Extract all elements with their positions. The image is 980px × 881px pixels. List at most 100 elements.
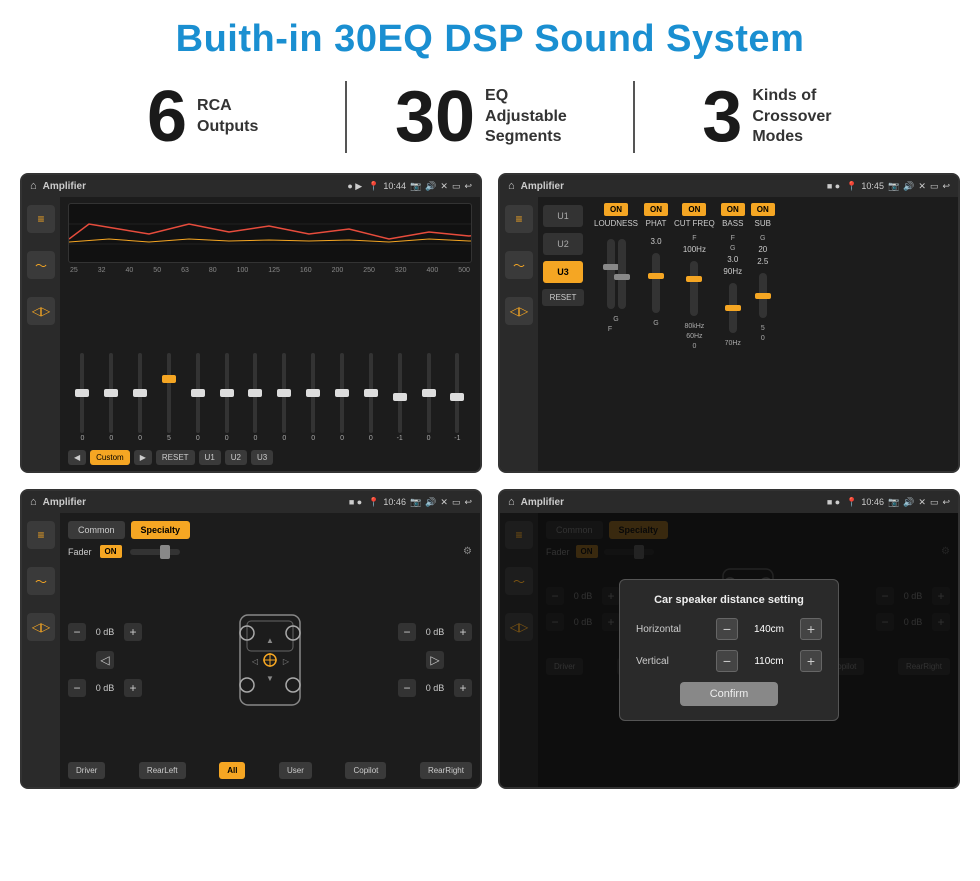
reset-btn-1[interactable]: RESET: [156, 450, 195, 465]
eq-slider-7[interactable]: 0: [277, 353, 291, 442]
all-btn[interactable]: All: [219, 762, 245, 779]
eq-graph-svg: [69, 204, 471, 262]
window-icon-4: ▭: [930, 497, 939, 508]
eq-slider-13[interactable]: -1: [450, 353, 464, 442]
driver-btn[interactable]: Driver: [68, 762, 105, 779]
horizontal-label: Horizontal: [636, 624, 696, 635]
stat-crossover-number: 3: [702, 81, 742, 153]
common-tab[interactable]: Common: [68, 521, 125, 539]
window-icon-2: ▭: [930, 181, 939, 192]
fader-slider[interactable]: [130, 549, 180, 555]
user-btn-3[interactable]: User: [279, 762, 312, 779]
eq-slider-3[interactable]: 5: [162, 353, 176, 442]
home-icon-1[interactable]: ⌂: [30, 180, 37, 192]
dsp-controls: ON LOUDNESS G F ON PHAT 3.0 G: [588, 197, 958, 471]
top-left-plus[interactable]: +: [124, 623, 142, 641]
bass-on-btn[interactable]: ON: [721, 203, 745, 216]
specialty-tab[interactable]: Specialty: [131, 521, 191, 539]
balance-icon-3[interactable]: ◁▷: [27, 613, 55, 641]
u3-btn-1[interactable]: U3: [251, 450, 273, 465]
eq-slider-0[interactable]: 0: [75, 353, 89, 442]
eq-mode-icon-2[interactable]: ≡: [505, 205, 533, 233]
confirm-button[interactable]: Confirm: [680, 682, 779, 706]
left-btn[interactable]: ◁: [96, 651, 114, 669]
eq-slider-9[interactable]: 0: [335, 353, 349, 442]
u2-btn-1[interactable]: U2: [225, 450, 247, 465]
svg-text:▲: ▲: [266, 636, 274, 645]
eq-slider-8[interactable]: 0: [306, 353, 320, 442]
u3-select-btn[interactable]: U3: [543, 261, 583, 283]
phat-on-btn[interactable]: ON: [644, 203, 668, 216]
vertical-minus-btn[interactable]: −: [716, 650, 738, 672]
camera-icon-3: 📷: [410, 497, 421, 508]
horizontal-minus-btn[interactable]: −: [716, 618, 738, 640]
eq-slider-6[interactable]: 0: [248, 353, 262, 442]
eq-slider-11[interactable]: -1: [393, 353, 407, 442]
prev-preset-btn[interactable]: ◀: [68, 450, 86, 465]
fader-area: Common Specialty Fader ON ⚙ −: [60, 513, 480, 787]
screen3-content: ≡ 〜 ◁▷ Common Specialty Fader ON ⚙: [22, 513, 480, 787]
eq-mode-icon-3[interactable]: ≡: [27, 521, 55, 549]
eq-slider-5[interactable]: 0: [220, 353, 234, 442]
cutfreq-label: CUT FREQ: [674, 219, 715, 228]
bottom-left-plus[interactable]: +: [124, 679, 142, 697]
bottom-left-minus[interactable]: −: [68, 679, 86, 697]
bottom-right-plus[interactable]: +: [454, 679, 472, 697]
eq-slider-12[interactable]: 0: [422, 353, 436, 442]
u1-btn-1[interactable]: U1: [199, 450, 221, 465]
wave-icon[interactable]: 〜: [27, 251, 55, 279]
eq-slider-1[interactable]: 0: [104, 353, 118, 442]
settings-icon[interactable]: ⚙: [463, 546, 472, 557]
loudness-on-btn[interactable]: ON: [604, 203, 628, 216]
top-left-minus[interactable]: −: [68, 623, 86, 641]
horizontal-plus-btn[interactable]: +: [800, 618, 822, 640]
volume-ctrl-icon[interactable]: ◁▷: [27, 297, 55, 325]
home-icon-2[interactable]: ⌂: [508, 180, 515, 192]
sub-label: SUB: [755, 219, 771, 228]
rear-left-btn[interactable]: RearLeft: [139, 762, 186, 779]
fader-on-btn[interactable]: ON: [100, 545, 122, 558]
time-3: 10:46: [383, 497, 406, 507]
copilot-btn[interactable]: Copilot: [345, 762, 386, 779]
wave-icon-2[interactable]: 〜: [505, 251, 533, 279]
app-name-4: Amplifier: [521, 497, 821, 508]
u1-select-btn[interactable]: U1: [543, 205, 583, 227]
eq-slider-2[interactable]: 0: [133, 353, 147, 442]
close-icon-1: ✕: [440, 181, 448, 192]
stat-rca: 6 RCA Outputs: [60, 81, 347, 153]
screen2-content: ≡ 〜 ◁▷ U1 U2 U3 RESET ON LOUDNESS: [500, 197, 958, 471]
car-diagram: ▲ ▼ ◁ ▷: [225, 605, 315, 715]
eq-mode-icon[interactable]: ≡: [27, 205, 55, 233]
eq-sliders-row: 0 0 0 5 0: [68, 278, 472, 446]
sub-on-btn[interactable]: ON: [751, 203, 775, 216]
bottom-right-minus[interactable]: −: [398, 679, 416, 697]
reset-btn-2[interactable]: RESET: [542, 289, 585, 306]
eq-slider-4[interactable]: 0: [191, 353, 205, 442]
bass-col: ON BASS F G 3.0 90Hz 70Hz: [721, 203, 745, 465]
nav-arrows-left: ◁: [68, 651, 142, 669]
right-btn[interactable]: ▷: [426, 651, 444, 669]
home-icon-3[interactable]: ⌂: [30, 496, 37, 508]
screens-grid: ⌂ Amplifier ● ▶ 📍 10:44 📷 🔊 ✕ ▭ ↩ ≡ 〜 ◁▷: [0, 167, 980, 799]
eq-slider-10[interactable]: 0: [364, 353, 378, 442]
custom-btn[interactable]: Custom: [90, 450, 130, 465]
bass-label: BASS: [722, 219, 743, 228]
horizontal-value: 140cm: [744, 624, 794, 635]
home-icon-4[interactable]: ⌂: [508, 496, 515, 508]
stat-rca-number: 6: [147, 81, 187, 153]
next-preset-btn[interactable]: ▶: [134, 450, 152, 465]
speaker-layout: − 0 dB + ◁ − 0 dB +: [68, 564, 472, 756]
svg-text:▼: ▼: [266, 674, 274, 683]
vertical-plus-btn[interactable]: +: [800, 650, 822, 672]
top-right-minus[interactable]: −: [398, 623, 416, 641]
top-right-plus[interactable]: +: [454, 623, 472, 641]
dialog-overlay: Car speaker distance setting Horizontal …: [500, 513, 958, 787]
stat-rca-desc: RCA Outputs: [197, 96, 258, 138]
u2-select-btn[interactable]: U2: [543, 233, 583, 255]
side-icons-3: ≡ 〜 ◁▷: [22, 513, 60, 787]
status-bar-2: ⌂ Amplifier ■ ● 📍 10:45 📷 🔊 ✕ ▭ ↩: [500, 175, 958, 197]
rear-right-btn[interactable]: RearRight: [420, 762, 472, 779]
cutfreq-on-btn[interactable]: ON: [682, 203, 706, 216]
wave-icon-3[interactable]: 〜: [27, 567, 55, 595]
volume-ctrl-icon-2[interactable]: ◁▷: [505, 297, 533, 325]
